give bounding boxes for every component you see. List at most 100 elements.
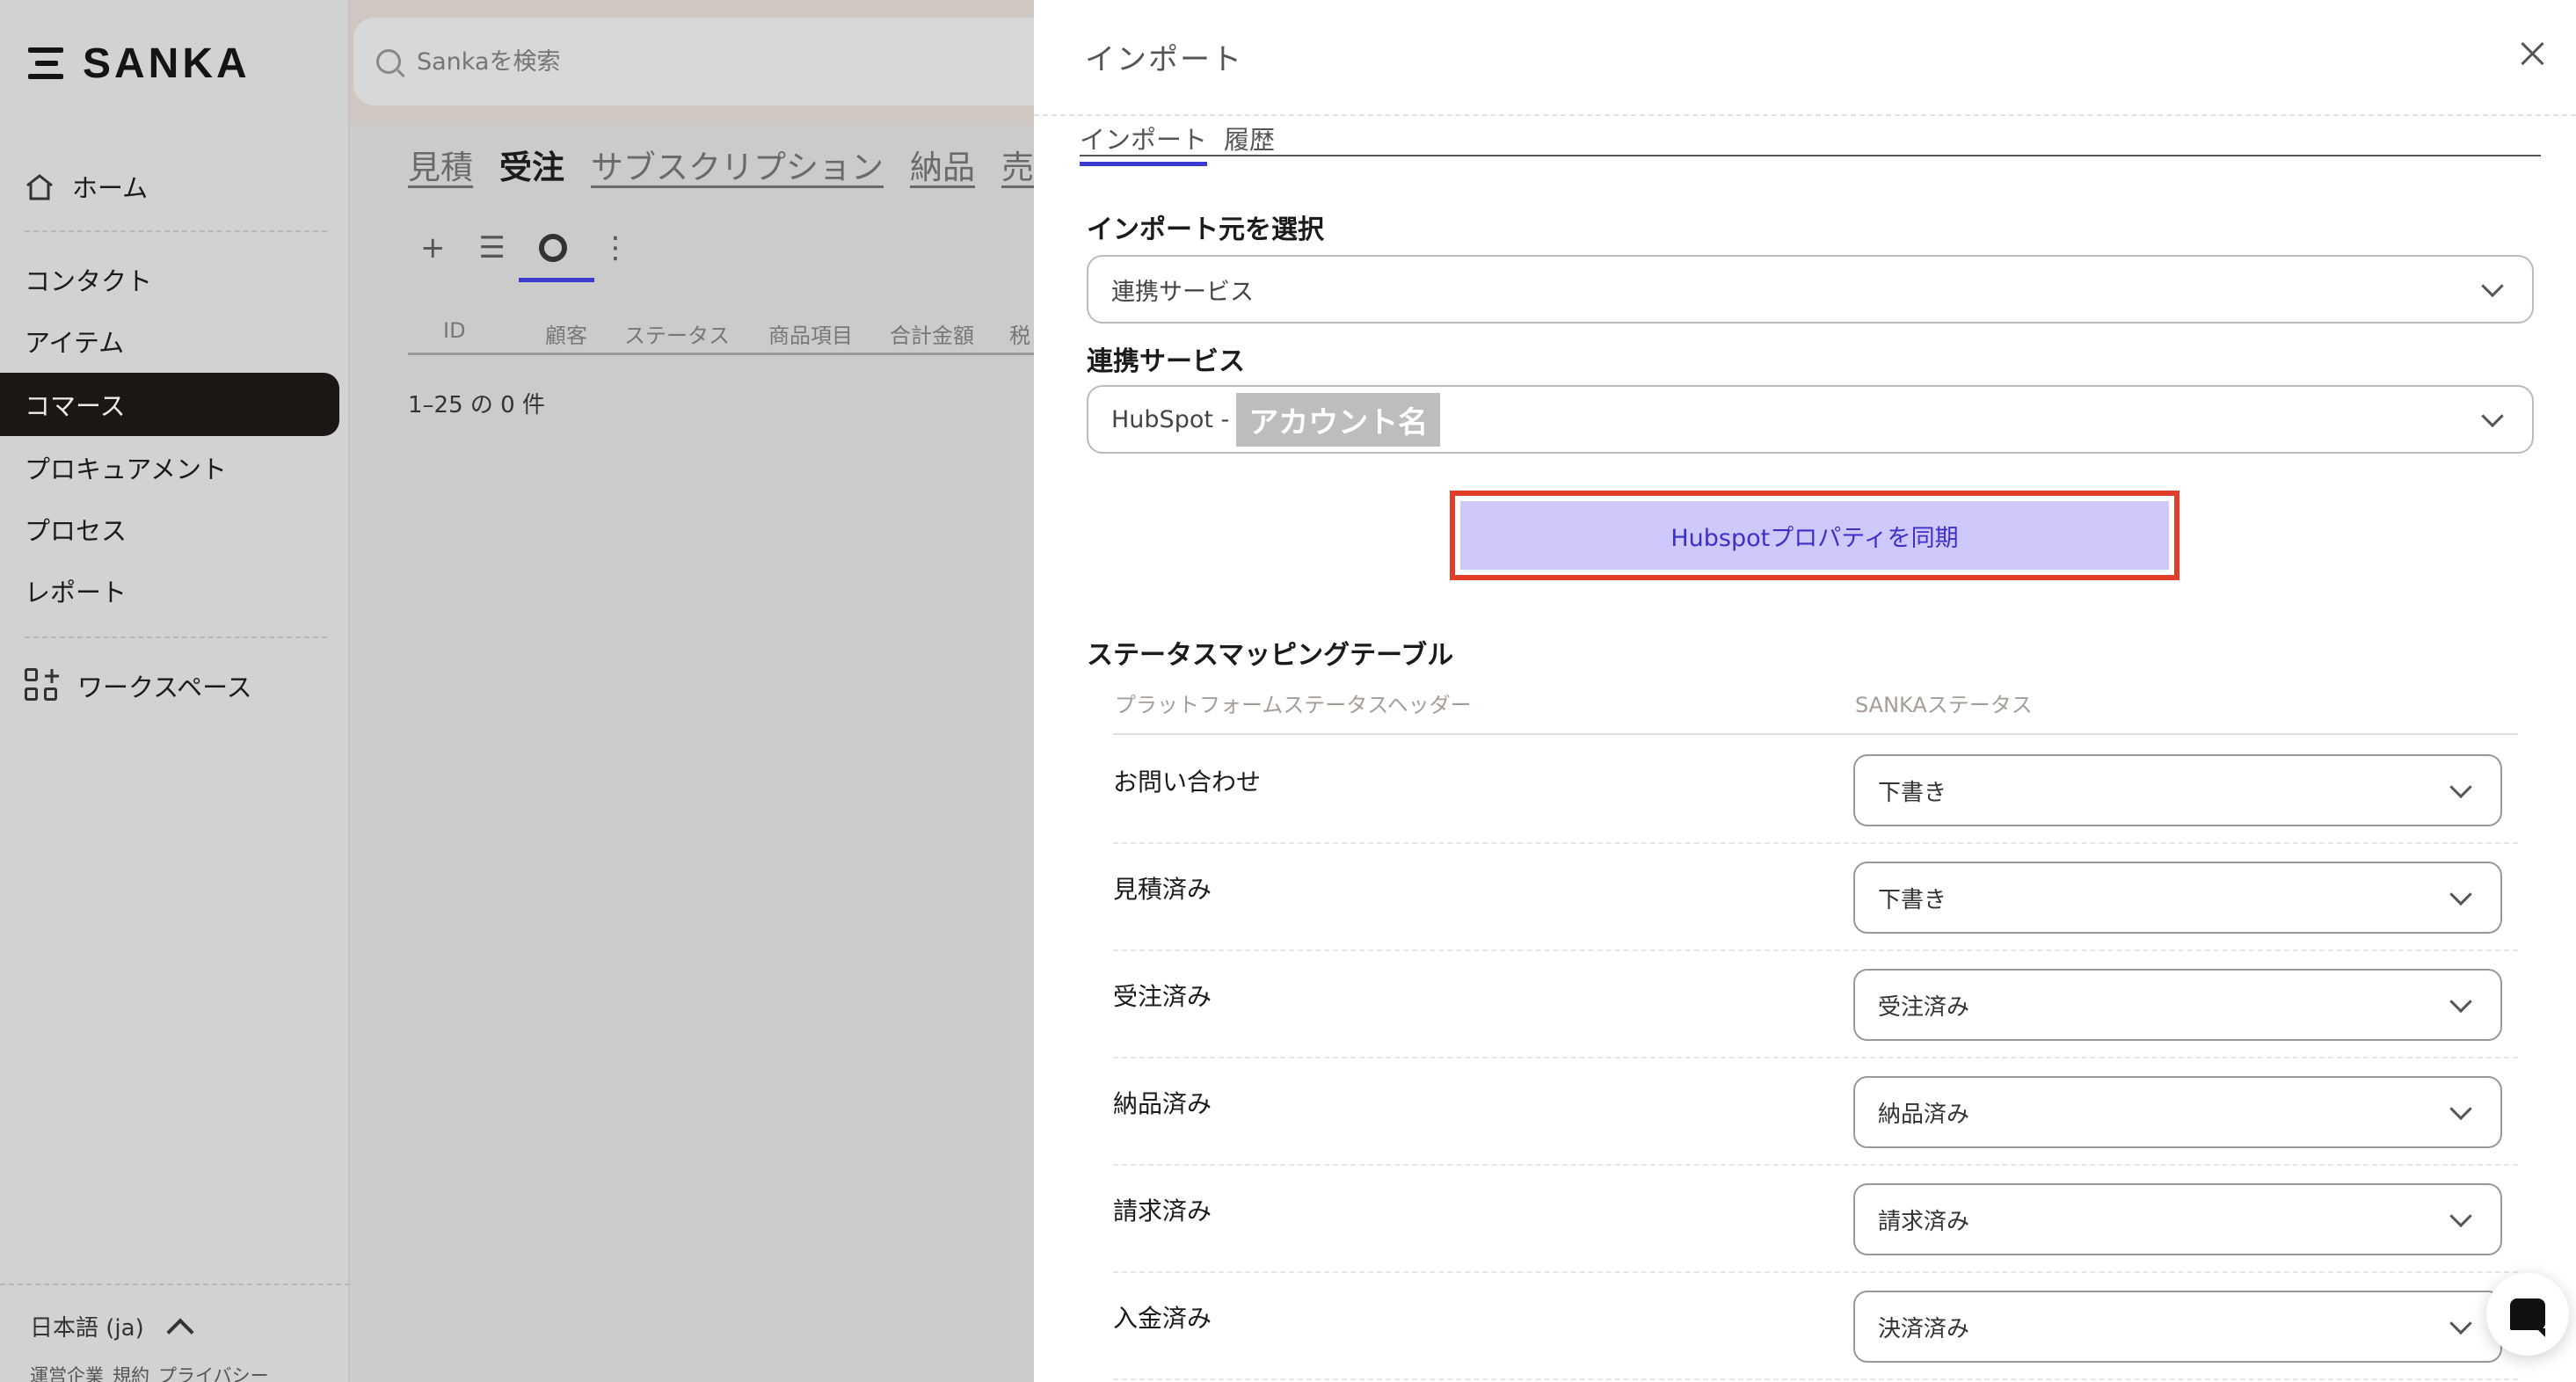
sanka-status-select[interactable]: 決済済み: [1853, 1291, 2502, 1363]
view-icon[interactable]: [538, 234, 567, 262]
sanka-status-select[interactable]: 納品済み: [1853, 1076, 2502, 1148]
sidebar-item-procurement[interactable]: プロキュアメント: [0, 436, 339, 499]
tab-history[interactable]: 履歴: [1224, 120, 1275, 162]
sidebar: SANKA ホーム コンタクト アイテム コマース プロキュアメント プロセス …: [0, 0, 350, 1382]
mapping-header-divider: [1113, 733, 2518, 735]
add-icon[interactable]: +: [420, 230, 446, 265]
workspace-icon: [25, 668, 60, 703]
mapping-row: お問い合わせ 下書き: [1113, 737, 2518, 844]
mapping-row: 納品済み 納品済み: [1113, 1058, 2518, 1166]
mapping-row: 入金済み 決済済み: [1113, 1273, 2518, 1380]
platform-status: 見積済み: [1113, 875, 1212, 904]
highlight-frame: Hubspotプロパティを同期: [1450, 491, 2179, 580]
chevron-down-icon: [2449, 775, 2472, 799]
sidebar-item-process[interactable]: プロセス: [0, 498, 339, 561]
service-label: 連携サービス: [1087, 346, 1245, 377]
nav-divider: [25, 230, 327, 232]
language-selector[interactable]: 日本語 (ja): [30, 1310, 350, 1346]
footer-link-company[interactable]: 運営企業: [30, 1362, 104, 1382]
footer-link-privacy[interactable]: プライバシー: [158, 1362, 269, 1382]
sidebar-item-label: コマース: [25, 391, 126, 421]
search-icon: [376, 49, 401, 74]
import-panel: インポート インポート 履歴 インポート元を選択 連携サービス 連携サービス H…: [1034, 0, 2576, 1382]
sidebar-item-items[interactable]: アイテム: [0, 309, 339, 373]
nav-divider: [25, 636, 327, 638]
chat-icon: [2510, 1298, 2545, 1337]
source-select[interactable]: 連携サービス: [1087, 255, 2534, 324]
mapping-row: 見積済み 下書き: [1113, 844, 2518, 951]
tab-quotes[interactable]: 見積: [408, 141, 473, 188]
list-icon[interactable]: ☰: [479, 230, 506, 265]
sidebar-item-label: プロセス: [25, 516, 127, 546]
tab-deliveries[interactable]: 納品: [910, 141, 975, 188]
chevron-down-icon: [2449, 883, 2472, 906]
column-header-status[interactable]: ステータス: [624, 318, 730, 349]
sidebar-footer: 日本語 (ja) 運営企業 規約 プライバシー: [0, 1284, 350, 1382]
chevron-down-icon: [2449, 1097, 2472, 1121]
sidebar-item-reports[interactable]: レポート: [0, 559, 339, 622]
footer-link-terms[interactable]: 規約: [113, 1362, 149, 1382]
platform-status: 入金済み: [1113, 1304, 1212, 1333]
more-icon[interactable]: ⋮: [600, 230, 630, 265]
sanka-status-select[interactable]: 請求済み: [1853, 1183, 2502, 1255]
sanka-status-value: 受注済み: [1878, 993, 1970, 1021]
platform-status: 受注済み: [1113, 982, 1212, 1011]
search-input[interactable]: [417, 47, 944, 76]
chevron-down-icon: [2449, 990, 2472, 1014]
column-header-items[interactable]: 商品項目: [768, 318, 853, 349]
chevron-up-icon: [166, 1317, 194, 1346]
sync-hubspot-properties-button[interactable]: Hubspotプロパティを同期: [1460, 501, 2169, 570]
pagination-count: 1–25 の 0 件: [408, 392, 545, 418]
column-header-tax[interactable]: 税: [1009, 318, 1030, 349]
service-select[interactable]: HubSpot - アカウント名: [1087, 385, 2534, 454]
sidebar-item-home[interactable]: ホーム: [0, 155, 339, 218]
home-icon: [25, 173, 55, 200]
menu-icon[interactable]: [28, 46, 63, 81]
active-view-indicator: [519, 278, 594, 282]
chevron-down-icon: [2449, 1312, 2472, 1335]
sanka-status-select[interactable]: 受注済み: [1853, 969, 2502, 1041]
column-header-total[interactable]: 合計金額: [890, 318, 974, 349]
mapping-header-platform: プラットフォームステータスヘッダー: [1115, 693, 1472, 717]
sanka-status-select[interactable]: 下書き: [1853, 754, 2502, 826]
search-bar[interactable]: [353, 18, 1034, 105]
table-header: ID 顧客 ステータス 商品項目 合計金額 税: [408, 302, 1034, 355]
chevron-down-icon: [2449, 1204, 2472, 1228]
platform-status: 請求済み: [1113, 1197, 1212, 1226]
logo[interactable]: SANKA: [28, 39, 251, 88]
tab-orders[interactable]: 受注: [499, 141, 564, 188]
sidebar-item-contacts[interactable]: コンタクト: [0, 248, 339, 311]
sidebar-item-workspace[interactable]: ワークスペース: [0, 654, 339, 717]
view-toolbar: + ☰ ⋮: [420, 230, 630, 282]
sidebar-item-label: コンタクト: [25, 266, 153, 296]
panel-title-divider: [1034, 114, 2576, 116]
sanka-status-value: 下書き: [1878, 779, 1947, 806]
column-header-id[interactable]: ID: [443, 318, 466, 343]
mapping-header-sanka: SANKAステータス: [1855, 693, 2033, 717]
sanka-status-value: 下書き: [1878, 886, 1947, 913]
source-select-value: 連携サービス: [1111, 278, 1254, 306]
mapping-row: 受注済み 受注済み: [1113, 951, 2518, 1058]
tab-import[interactable]: インポート: [1080, 120, 1208, 166]
panel-title: インポート: [1085, 42, 1243, 77]
account-name-chip: アカウント名: [1236, 392, 1441, 447]
mapping-row: 請求済み 請求済み: [1113, 1166, 2518, 1273]
close-icon[interactable]: [2518, 39, 2548, 69]
chat-button[interactable]: [2486, 1273, 2569, 1356]
sidebar-item-label: レポート: [25, 578, 127, 607]
main-tabs: 見積 受注 サブスクリプション 納品 売上: [408, 141, 1066, 188]
sanka-status-value: 請求済み: [1878, 1208, 1970, 1235]
sanka-status-value: 納品済み: [1878, 1101, 1970, 1128]
chevron-down-icon: [2481, 274, 2504, 298]
language-label: 日本語 (ja): [30, 1315, 144, 1342]
sidebar-item-label: ワークスペース: [77, 673, 252, 702]
tab-subscriptions[interactable]: サブスクリプション: [591, 141, 884, 188]
panel-tabs: インポート 履歴: [1080, 120, 2541, 166]
chevron-down-icon: [2481, 404, 2504, 428]
column-header-customer[interactable]: 顧客: [545, 318, 587, 349]
sidebar-item-commerce[interactable]: コマース: [0, 373, 339, 436]
sanka-status-value: 決済済み: [1878, 1315, 1970, 1342]
platform-status: お問い合わせ: [1113, 767, 1262, 796]
sidebar-item-label: プロキュアメント: [25, 455, 227, 484]
sanka-status-select[interactable]: 下書き: [1853, 862, 2502, 934]
